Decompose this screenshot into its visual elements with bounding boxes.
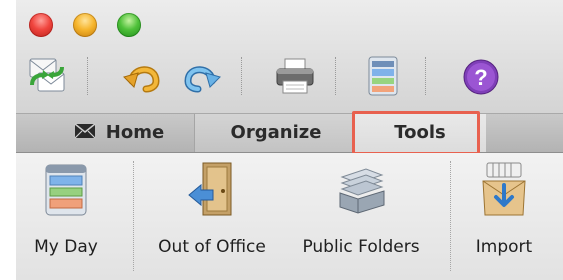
undo-button[interactable] — [122, 55, 164, 97]
tab-home-label: Home — [105, 122, 165, 143]
mail-icon — [74, 123, 96, 139]
redo-button[interactable] — [180, 55, 222, 97]
my-day-icon — [368, 56, 398, 96]
print-icon — [276, 58, 314, 94]
public-folders-button[interactable]: Public Folders — [286, 159, 436, 257]
ribbon-separator — [450, 161, 451, 271]
help-button[interactable]: ? — [460, 55, 502, 97]
undo-icon — [123, 66, 160, 93]
tab-tools[interactable]: Tools — [354, 114, 486, 152]
public-folders-label: Public Folders — [302, 237, 420, 257]
svg-text:?: ? — [474, 65, 487, 90]
my-day-icon — [45, 164, 87, 216]
redo-icon — [184, 66, 221, 93]
public-folders-icon — [339, 168, 385, 214]
import-button[interactable]: Import — [454, 159, 554, 257]
minimize-window-button[interactable] — [73, 13, 97, 37]
my-day-label: My Day — [34, 237, 98, 257]
out-of-office-button[interactable]: Out of Office — [142, 159, 282, 257]
close-window-button[interactable] — [29, 13, 53, 37]
toolbar-separator — [241, 57, 242, 95]
ribbon-separator — [133, 161, 134, 271]
out-of-office-label: Out of Office — [158, 237, 266, 257]
tab-organize-label: Organize — [230, 122, 322, 143]
tools-ribbon: My Day Out of Office Public Folders Impo… — [16, 153, 563, 280]
zoom-window-button[interactable] — [117, 13, 141, 37]
help-icon: ? — [463, 59, 499, 95]
tab-organize[interactable]: Organize — [194, 114, 358, 152]
import-label: Import — [475, 237, 533, 257]
toolbar: ? — [16, 0, 563, 114]
send-receive-icon — [29, 58, 65, 92]
send-receive-button[interactable] — [26, 55, 68, 97]
tab-home[interactable]: Home — [44, 114, 194, 152]
toolbar-separator — [87, 57, 88, 95]
print-button[interactable] — [274, 55, 316, 97]
my-day-toolbar-button[interactable] — [362, 55, 404, 97]
toolbar-separator — [335, 57, 336, 95]
application-window: ? Home Organize Tools My Day Out of Offi… — [16, 0, 563, 280]
toolbar-separator — [425, 57, 426, 95]
import-icon — [482, 162, 526, 216]
my-day-button[interactable]: My Day — [16, 159, 116, 257]
out-of-office-icon — [188, 162, 232, 216]
tab-tools-label: Tools — [394, 122, 446, 143]
ribbon-tabs: Home Organize Tools — [16, 114, 563, 153]
